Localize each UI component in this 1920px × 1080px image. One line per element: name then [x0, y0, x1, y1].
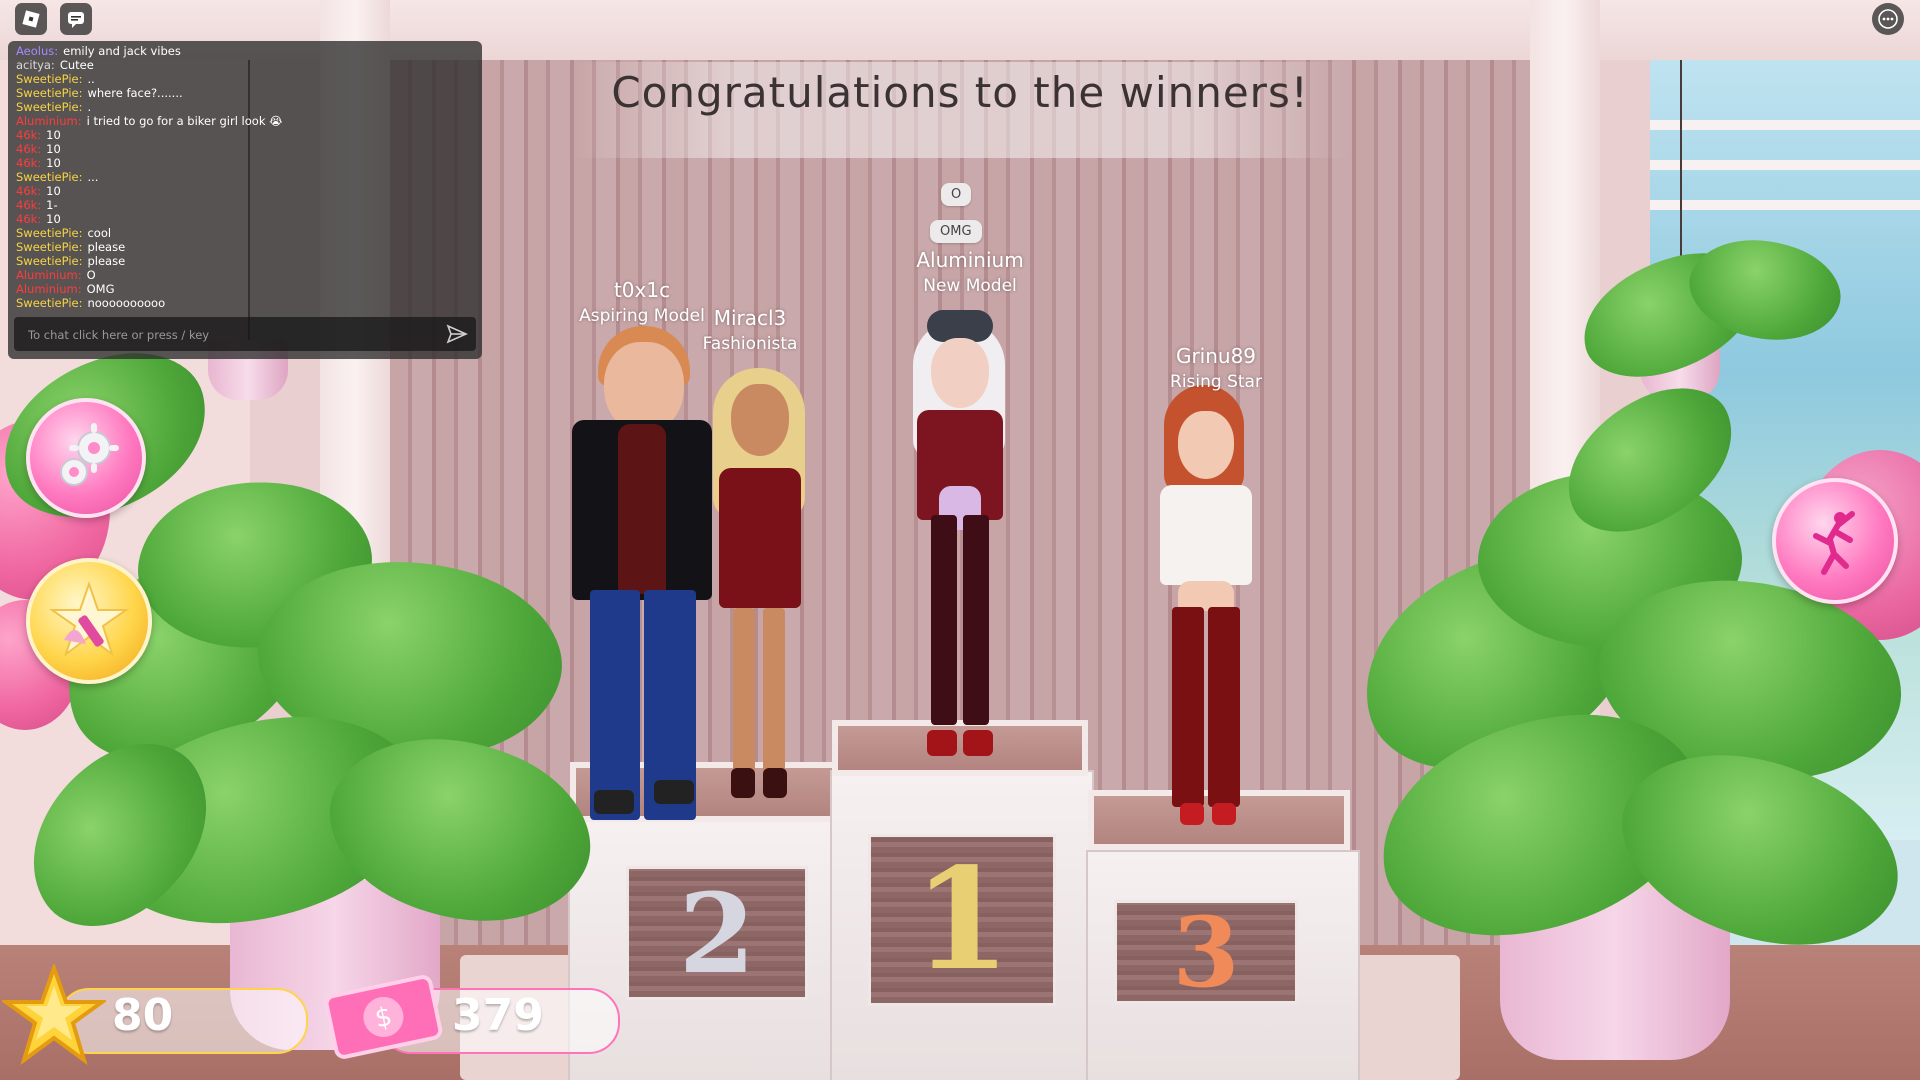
chat-bubble-omg: OMG	[930, 220, 982, 243]
chat-username[interactable]: SweetiePie:	[16, 100, 82, 114]
chat-text: 1-	[46, 198, 58, 212]
chat-window: Aeolus: emily and jack vibes acitya: Cutee S…	[8, 41, 482, 359]
winner-name-miracl3: Miracl3	[713, 306, 787, 330]
avatar-aluminium[interactable]	[905, 310, 1015, 760]
chat-text: please	[87, 240, 126, 254]
chat-username[interactable]: SweetiePie:	[16, 296, 82, 310]
chat-username[interactable]: 46k:	[16, 128, 41, 142]
chat-toggle-icon[interactable]	[60, 3, 92, 35]
chat-text: Cutee	[59, 58, 94, 72]
roblox-logo-icon[interactable]	[15, 3, 47, 35]
chat-message: SweetiePie: noooooooooo	[16, 296, 476, 310]
chat-text: noooooooooo	[87, 296, 166, 310]
chat-message: 46k: 10	[16, 142, 476, 156]
chat-message: Aluminium: OMG	[16, 282, 476, 296]
chat-message: SweetiePie: please	[16, 254, 476, 268]
chat-text: please	[87, 254, 126, 268]
money-value: 379	[452, 990, 544, 1041]
chat-username[interactable]: SweetiePie:	[16, 240, 82, 254]
dress-up-button[interactable]	[26, 558, 152, 684]
chat-username[interactable]: SweetiePie:	[16, 86, 82, 100]
chat-message: Aeolus: emily and jack vibes	[16, 44, 476, 58]
chat-text: emily and jack vibes	[63, 44, 181, 58]
settings-gears-icon	[60, 423, 119, 486]
chat-username[interactable]: acitya:	[16, 58, 55, 72]
chat-message: SweetiePie:.	[16, 100, 476, 114]
chat-text: 10	[46, 128, 61, 142]
chat-username[interactable]: Aluminium:	[16, 114, 82, 128]
chat-message: Aluminium: O	[16, 268, 476, 282]
chat-text: .	[87, 100, 92, 114]
winner-title-miracl3: Fashionista	[702, 334, 798, 354]
winner-name-grinu89: Grinu89	[1175, 344, 1257, 368]
chat-message: Aluminium: i tried to go for a biker girl…	[16, 114, 476, 128]
chat-text: 10	[46, 156, 61, 170]
chat-message: SweetiePie:...	[16, 170, 476, 184]
chat-text: 10	[46, 142, 61, 156]
chat-message: SweetiePie:..	[16, 72, 476, 86]
podium-first-plaque: 1	[868, 834, 1056, 1006]
chat-text: O	[86, 268, 96, 282]
stars-value: 80	[112, 990, 174, 1041]
winner-name-t0x1c: t0x1c	[613, 278, 671, 302]
more-options-icon[interactable]	[1872, 3, 1904, 35]
settings-button[interactable]	[26, 398, 146, 518]
winner-title-aluminium: New Model	[923, 276, 1017, 296]
chat-username[interactable]: 46k:	[16, 156, 41, 170]
chat-text: OMG	[86, 282, 115, 296]
chat-message: SweetiePie: where face?.......	[16, 86, 476, 100]
chat-message: 46k: 10	[16, 212, 476, 226]
avatar-t0x1c[interactable]	[560, 320, 720, 820]
chat-username[interactable]: 46k:	[16, 184, 41, 198]
chat-username[interactable]: SweetiePie:	[16, 170, 82, 184]
chat-input-bar[interactable]	[14, 317, 476, 351]
chat-username[interactable]: SweetiePie:	[16, 72, 82, 86]
chat-username[interactable]: 46k:	[16, 142, 41, 156]
winner-name-aluminium: Aluminium	[916, 248, 1024, 272]
dress-up-icon	[48, 580, 130, 657]
winner-title-grinu89: Rising Star	[1170, 372, 1262, 392]
chat-message: 46k: 1-	[16, 198, 476, 212]
chat-text: ...	[87, 170, 99, 184]
avatar-grinu89[interactable]	[1150, 385, 1260, 835]
podium-number-3: 3	[1172, 895, 1240, 1009]
chat-text: ..	[87, 72, 95, 86]
chat-text: 10	[46, 212, 61, 226]
chat-username[interactable]: Aeolus:	[16, 44, 58, 58]
chat-text: 10	[46, 184, 61, 198]
chat-input[interactable]	[26, 323, 430, 347]
chat-username[interactable]: Aluminium:	[16, 282, 82, 296]
chat-text: where face?.......	[87, 86, 183, 100]
star-icon	[2, 964, 106, 1066]
avatar-miracl3[interactable]	[705, 368, 815, 818]
chat-text: cool	[87, 226, 112, 240]
chat-username[interactable]: Aluminium:	[16, 268, 82, 282]
congratulations-title: Congratulations to the winners!	[611, 68, 1309, 117]
chat-text: i tried to go for a biker girl look 😭	[86, 114, 283, 128]
podium-number-2: 2	[678, 868, 756, 998]
podium-number-1: 1	[913, 838, 1011, 1002]
chat-message: 46k: 10	[16, 128, 476, 142]
chat-message: acitya: Cutee	[16, 58, 476, 72]
money-icon: $	[324, 975, 443, 1059]
podium-second-plaque: 2	[626, 866, 808, 1000]
chat-message: SweetiePie: please	[16, 240, 476, 254]
chat-username[interactable]: 46k:	[16, 198, 41, 212]
chat-bubble-o: O	[941, 183, 972, 206]
send-icon[interactable]	[446, 324, 468, 344]
chat-message: SweetiePie: cool	[16, 226, 476, 240]
pose-icon	[1813, 511, 1855, 575]
podium-third-plaque: 3	[1114, 896, 1298, 1009]
pose-button[interactable]	[1772, 478, 1898, 604]
chat-username[interactable]: SweetiePie:	[16, 226, 82, 240]
chat-username[interactable]: 46k:	[16, 212, 41, 226]
chat-message: 46k: 10	[16, 156, 476, 170]
chat-message-list: Aeolus: emily and jack vibes acitya: Cutee S…	[16, 44, 476, 310]
chat-username[interactable]: SweetiePie:	[16, 254, 82, 268]
chat-message: 46k: 10	[16, 184, 476, 198]
